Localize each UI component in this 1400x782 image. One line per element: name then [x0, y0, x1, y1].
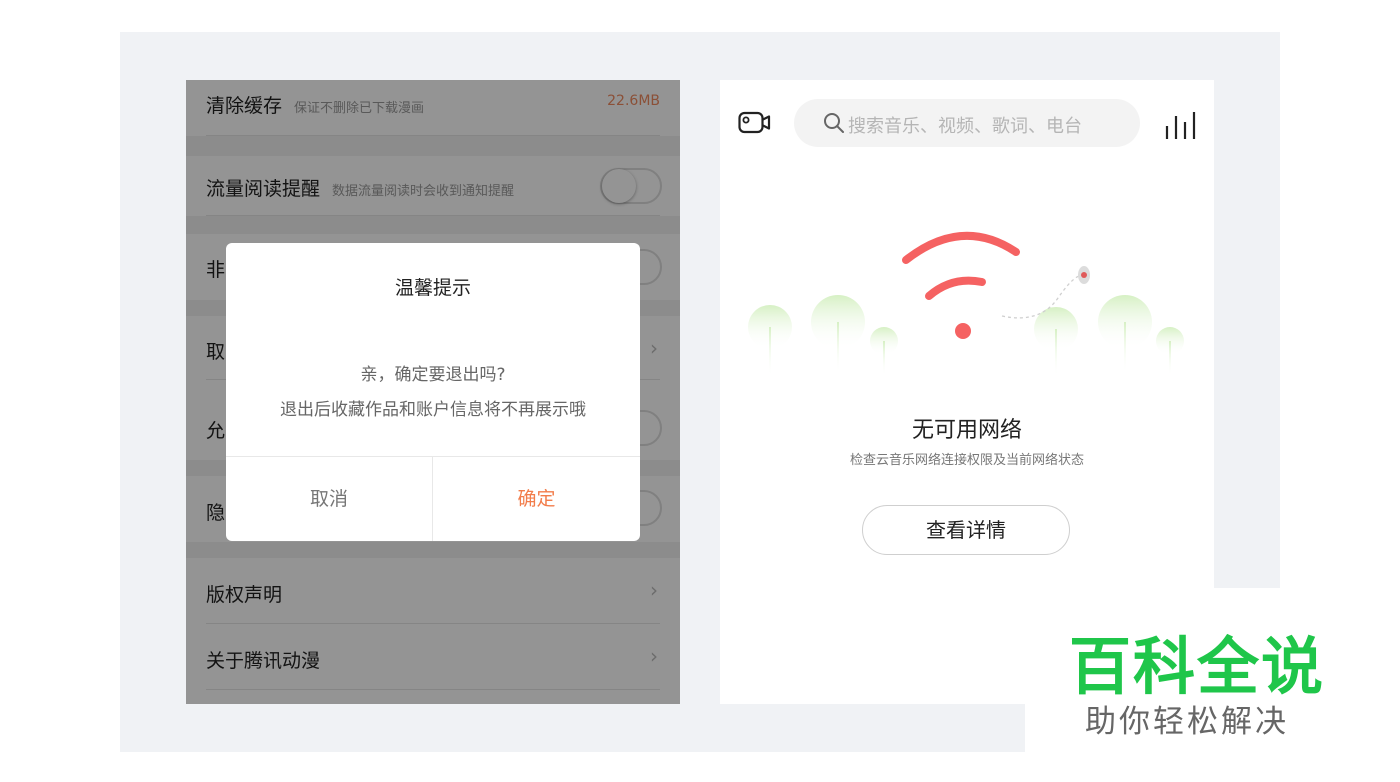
view-details-button[interactable]: 查看详情	[862, 505, 1070, 555]
search-placeholder: 搜索音乐、视频、歌词、电台	[848, 116, 1082, 137]
dialog-message: 亲，确定要退出吗?	[360, 365, 506, 385]
confirm-button[interactable]: 确定	[433, 457, 640, 541]
watermark-brand: 百科全说	[1069, 630, 1326, 703]
watermark: 百科全说 助你轻松解决	[1025, 588, 1400, 782]
cancel-button[interactable]: 取消	[226, 457, 432, 541]
watermark-slogan: 助你轻松解决	[1085, 704, 1289, 740]
no-network-illustration	[748, 231, 1184, 377]
logout-confirm-dialog: 温馨提示 亲，确定要退出吗? 退出后收藏作品和账户信息将不再展示哦 取消 确定	[226, 243, 640, 541]
search-icon	[824, 113, 844, 133]
video-camera-icon[interactable]	[738, 111, 772, 135]
equalizer-icon[interactable]	[1164, 110, 1198, 140]
empty-state-subtitle: 检查云音乐网络连接权限及当前网络状态	[849, 453, 1084, 468]
search-input[interactable]: 搜索音乐、视频、歌词、电台	[794, 99, 1140, 147]
empty-state-title: 无可用网络	[911, 418, 1022, 443]
dialog-title: 温馨提示	[394, 277, 471, 299]
dialog-message-detail: 退出后收藏作品和账户信息将不再展示哦	[280, 400, 586, 420]
